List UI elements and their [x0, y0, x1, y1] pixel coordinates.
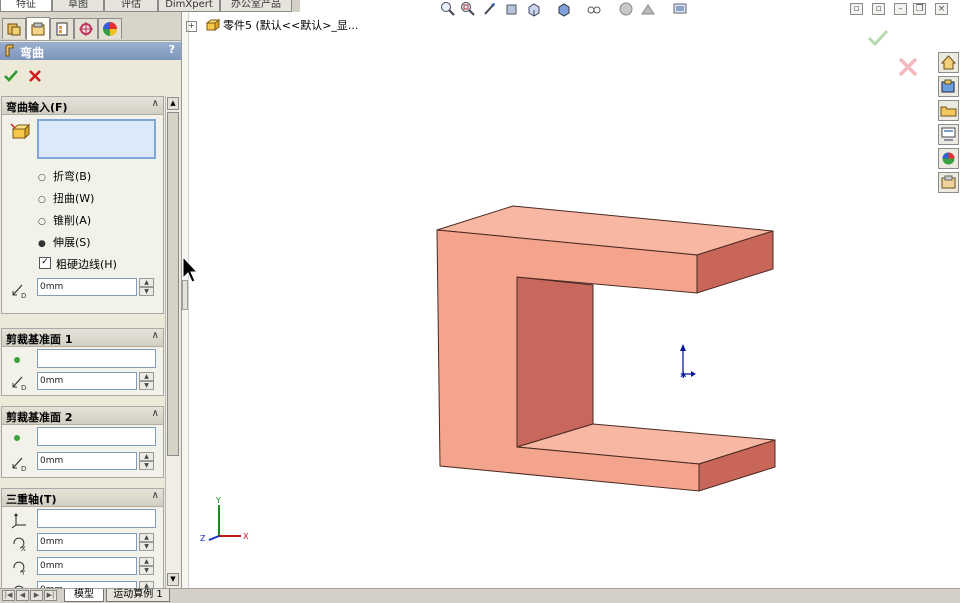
- tab-model[interactable]: 模型: [64, 589, 104, 602]
- bottom-tab-bar: |◀ ◀ ▶ ▶| 模型 运动算例 1: [0, 588, 960, 603]
- next-tab-button[interactable]: ▶: [30, 590, 43, 601]
- axis-label-x: X: [243, 532, 249, 541]
- prev-tab-button[interactable]: ◀: [16, 590, 29, 601]
- first-tab-button[interactable]: |◀: [2, 590, 15, 601]
- c-shaped-part[interactable]: [436, 205, 776, 492]
- flex-triad-handle[interactable]: ✱: [680, 344, 696, 380]
- tab-motion-study-1[interactable]: 运动算例 1: [106, 589, 170, 602]
- reference-triad: [208, 505, 241, 541]
- last-tab-button[interactable]: ▶|: [44, 590, 57, 601]
- svg-text:✱: ✱: [680, 371, 687, 380]
- axis-label-y: Y: [215, 496, 221, 505]
- web-inner-face: [516, 276, 594, 448]
- axis-label-z: Z: [200, 534, 206, 543]
- part-model-viewport[interactable]: ✱ Y X Z: [0, 0, 960, 602]
